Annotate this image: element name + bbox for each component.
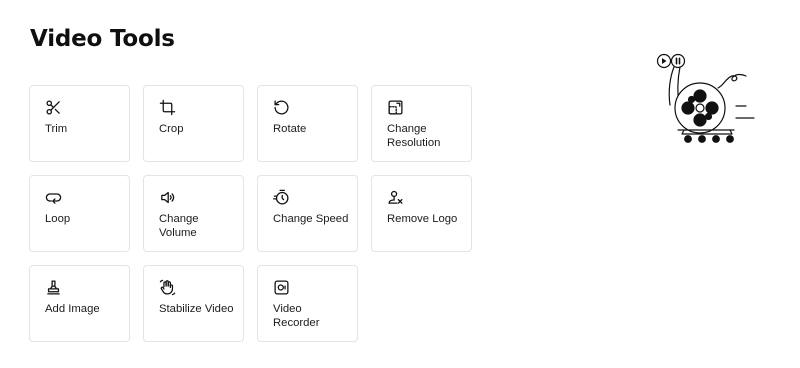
- tool-card-add-image[interactable]: Add Image: [29, 265, 130, 342]
- scissors-icon: [45, 99, 62, 116]
- resolution-icon: [387, 99, 404, 116]
- volume-icon: [159, 189, 176, 206]
- tool-card-change-resolution[interactable]: Change Resolution: [371, 85, 472, 162]
- tool-label: Add Image: [45, 303, 100, 315]
- tool-label: Trim: [45, 123, 68, 135]
- video-recorder-icon: [273, 279, 290, 296]
- remove-logo-icon: [387, 189, 404, 206]
- tool-label: Loop: [45, 213, 71, 225]
- rotate-icon: [273, 99, 290, 116]
- stamp-icon: [45, 279, 62, 296]
- loop-icon: [45, 189, 62, 206]
- tool-card-trim[interactable]: Trim: [29, 85, 130, 162]
- stabilize-hand-icon: [159, 279, 176, 296]
- tool-label: Stabilize Video: [159, 303, 234, 315]
- tool-label: Remove Logo: [387, 213, 458, 225]
- tool-label: Video Recorder: [273, 303, 320, 329]
- tool-card-crop[interactable]: Crop: [143, 85, 244, 162]
- tool-card-loop[interactable]: Loop: [29, 175, 130, 252]
- tool-label: Change Volume: [159, 213, 199, 239]
- video-tools-grid: Trim Crop Rotate Change Resolution Loop …: [29, 85, 472, 342]
- tool-label: Change Resolution: [387, 123, 441, 149]
- tool-card-stabilize-video[interactable]: Stabilize Video: [143, 265, 244, 342]
- crop-icon: [159, 99, 176, 116]
- speed-timer-icon: [273, 189, 290, 206]
- tool-card-change-volume[interactable]: Change Volume: [143, 175, 244, 252]
- film-reel-illustration: [650, 48, 760, 148]
- tool-label: Change Speed: [273, 213, 349, 225]
- tool-card-rotate[interactable]: Rotate: [257, 85, 358, 162]
- tool-card-video-recorder[interactable]: Video Recorder: [257, 265, 358, 342]
- tool-card-remove-logo[interactable]: Remove Logo: [371, 175, 472, 252]
- tool-card-change-speed[interactable]: Change Speed: [257, 175, 358, 252]
- tool-label: Crop: [159, 123, 184, 135]
- tool-label: Rotate: [273, 123, 307, 135]
- page-title: Video Tools: [30, 26, 175, 52]
